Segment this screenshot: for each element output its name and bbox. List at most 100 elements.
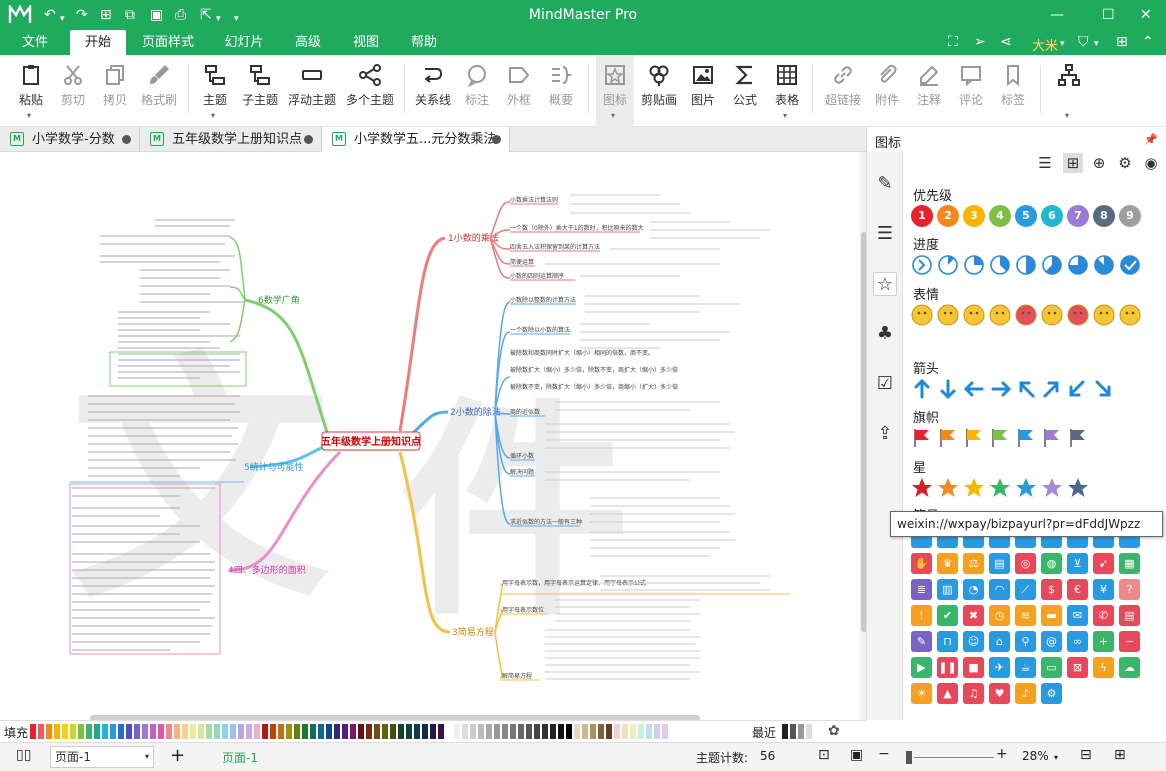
mindmap-canvas[interactable]: 文 件 五年级数学上册知识点 1小数的乘法 2小数的除法 3简易方程 4四、多边… [0,152,866,720]
euro-icon[interactable]: € [1067,579,1088,600]
globe-icon[interactable]: ◍ [1041,553,1062,574]
color-swatch[interactable] [246,724,252,739]
color-swatch[interactable] [470,724,476,739]
menu-help[interactable]: 帮助 [400,30,448,55]
priority-5-icon[interactable]: 5 [1015,205,1037,227]
color-swatch[interactable] [454,724,460,739]
image-icon[interactable]: ▲ [937,683,958,704]
target-icon[interactable]: ◎ [1015,553,1036,574]
callout-button[interactable]: 标注 [458,55,496,127]
page-select[interactable]: 页面-1 ▾ [50,746,154,768]
subtopic-letters-digits[interactable]: 用字母表示数位 [502,606,544,614]
color-swatch[interactable] [198,724,204,739]
clipart-button[interactable]: 剪贴画 [638,55,680,127]
subtopic-button[interactable]: 子主题 [238,55,282,127]
line-chart-icon[interactable]: ⟋ [1015,579,1036,600]
tab-modified-dot-icon[interactable] [492,135,501,144]
cart-icon[interactable]: ⊻ [1067,553,1088,574]
relationship-button[interactable]: 关系线 [412,55,454,127]
at-sign-icon[interactable]: @ [1041,631,1062,652]
floating-topic-button[interactable]: 浮动主题 [284,55,340,127]
color-swatch[interactable] [566,724,572,739]
color-swatch[interactable] [334,724,340,739]
color-swatch[interactable] [190,724,196,739]
color-swatch[interactable] [102,724,108,739]
eye-icon[interactable]: ◉ [1141,153,1161,173]
cut-button[interactable]: 剪切 [54,55,92,127]
topic-button[interactable]: 主题 ▾ [196,55,234,127]
multiple-topics-button[interactable]: 多个主题 [342,55,398,127]
subtopic-solve-equation[interactable]: 解简易方程 [502,672,532,680]
color-swatch[interactable] [638,724,644,739]
copy-button[interactable]: 拷贝 [96,55,134,127]
calculator-icon[interactable]: ▦ [1119,553,1140,574]
color-swatch[interactable] [446,724,452,739]
doc-tab-1[interactable]: M 小学数学-分数 [0,127,140,152]
subtopic-multiply-greater-than-one[interactable]: 一个数（0除外）乘大于1的数时，积比原来的数大 [510,224,644,232]
export-upload-icon[interactable]: ⇪ [873,422,897,446]
scale-icon[interactable]: ⚖ [963,553,984,574]
layout-button[interactable]: ▾ [1050,55,1088,127]
color-swatch[interactable] [366,724,372,739]
icon-panel-star-icon[interactable]: ☆ [873,272,897,296]
color-swatch[interactable] [414,724,420,739]
subtopic-divide-by-decimal[interactable]: 一个数除以小数的算法 [510,326,570,334]
emotion-icons[interactable] [911,304,1161,328]
send-icon[interactable]: ➢ [974,34,986,50]
add-icon-icon[interactable]: ⊕ [1089,153,1109,173]
hyperlink-button[interactable]: 超链接 [820,55,866,127]
color-swatch[interactable] [614,724,620,739]
color-swatch[interactable] [118,724,124,739]
rocket-icon[interactable]: ➹ [1093,553,1114,574]
outline-list-icon[interactable]: ☰ [873,222,897,246]
color-swatch[interactable] [286,724,292,739]
menu-slides[interactable]: 幻灯片 [216,30,272,55]
subtopic-dividend-scaling[interactable]: 被除数扩大（缩小）多少倍，除数不变，商扩大（缩小）多少倍 [510,366,678,374]
subtopic-decimal-divide-integer[interactable]: 小数除以整数的计算方法 [510,296,576,304]
tab-modified-dot-icon[interactable] [122,135,131,144]
subtopic-rounding[interactable]: 四舍五入法积保留到某的计算方法 [510,243,600,251]
menu-page-style[interactable]: 页面样式 [136,30,200,55]
color-swatch[interactable] [182,724,188,739]
theme-shirt-icon[interactable]: ⛉ [1078,34,1089,50]
flag-icons[interactable] [911,427,1161,451]
color-swatch[interactable] [278,724,284,739]
mail-icon[interactable]: ✉ [1067,605,1088,626]
star-icons[interactable] [911,477,1161,501]
paste-button[interactable]: 粘贴 ▾ [12,55,50,127]
color-swatch[interactable] [550,724,556,739]
color-picker-icon[interactable]: ✿ [828,723,840,739]
color-swatch[interactable] [518,724,524,739]
color-swatch[interactable] [390,724,396,739]
sun-icon[interactable]: ☀ [911,683,932,704]
recent-color-swatch[interactable] [798,724,804,739]
color-swatch[interactable] [38,724,44,739]
priority-1-icon[interactable]: 1 [911,205,933,227]
menu-home[interactable]: 开始 [70,30,126,55]
user-name[interactable]: 大米 [1032,35,1058,54]
cross-icon[interactable]: ✖ [963,605,984,626]
menu-file[interactable]: 文件 [12,30,58,55]
clock-icon[interactable]: ◷ [989,605,1010,626]
play-icon[interactable]: ▶ [911,657,932,678]
color-swatch[interactable] [654,724,660,739]
fit-page-icon[interactable]: ⊡ [818,747,830,763]
collapse-ribbon-icon[interactable]: ⌃ [1142,34,1154,50]
note-button[interactable]: 注释 [910,55,948,127]
color-swatch[interactable] [350,724,356,739]
apps-grid-icon[interactable]: ⊞ [1116,34,1128,50]
color-swatch[interactable] [606,724,612,739]
image-button[interactable]: 图片 [684,55,722,127]
color-swatch[interactable] [662,724,668,739]
map-icon[interactable]: ⊠ [1067,657,1088,678]
gauge-icon[interactable]: ◠ [989,579,1010,600]
color-swatch[interactable] [150,724,156,739]
subtopic-order-of-operations[interactable]: 小数的四则运算顺序 [510,272,564,280]
question-icon[interactable]: ? [1119,579,1140,600]
fit-width-icon[interactable]: ▣ [850,747,863,763]
color-swatch[interactable] [110,724,116,739]
plus-icon[interactable]: + [1093,631,1114,652]
layers-icon[interactable]: ≋ [1015,605,1036,626]
share-icon[interactable]: ⋖ [1000,34,1012,50]
color-swatch[interactable] [70,724,76,739]
